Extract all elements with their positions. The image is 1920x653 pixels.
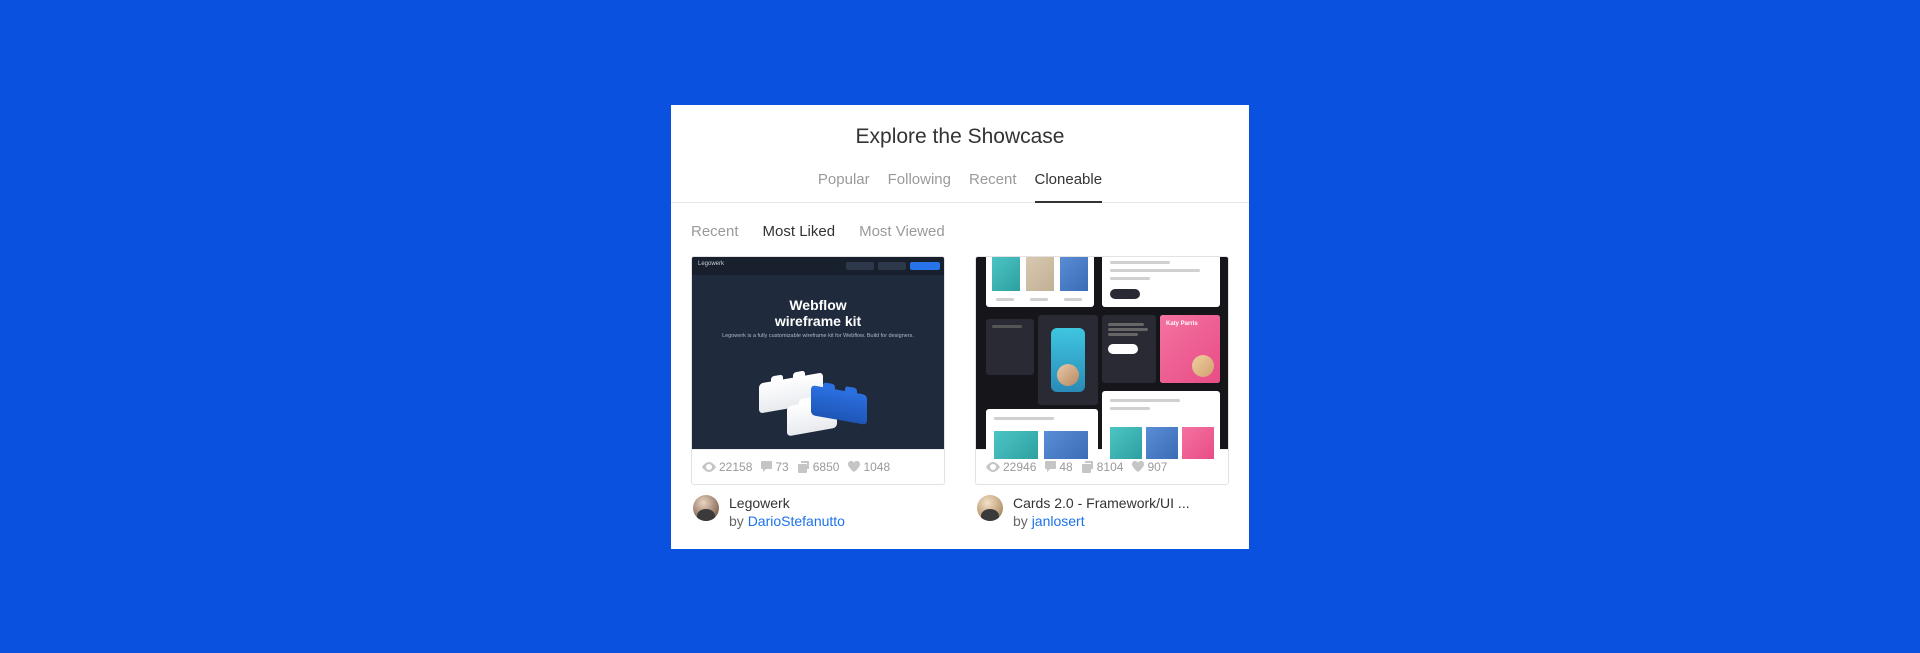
eye-icon bbox=[702, 462, 716, 472]
stat-comments: 73 bbox=[761, 460, 788, 474]
showcase-card: Legowerk Webflow wireframe kit Legowerk … bbox=[691, 256, 945, 529]
project-preview: Katy Parris bbox=[976, 257, 1228, 449]
avatar[interactable] bbox=[693, 495, 719, 521]
tab-popular[interactable]: Popular bbox=[818, 165, 870, 202]
card-meta: Cards 2.0 - Framework/UI ... by janloser… bbox=[975, 485, 1229, 529]
comment-icon bbox=[761, 461, 772, 472]
stat-comments: 48 bbox=[1045, 460, 1072, 474]
stat-clones: 6850 bbox=[798, 460, 840, 474]
subtab-most-viewed[interactable]: Most Viewed bbox=[859, 223, 945, 240]
by-label: by bbox=[1013, 513, 1032, 529]
subtab-recent[interactable]: Recent bbox=[691, 223, 739, 240]
card-meta: Legowerk by DarioStefanutto bbox=[691, 485, 945, 529]
stat-views: 22946 bbox=[986, 460, 1036, 474]
card-author[interactable]: janlosert bbox=[1032, 513, 1085, 529]
tab-recent[interactable]: Recent bbox=[969, 165, 1017, 202]
heart-icon bbox=[848, 461, 860, 472]
tab-cloneable[interactable]: Cloneable bbox=[1035, 165, 1103, 202]
clone-icon bbox=[1082, 461, 1094, 473]
stat-likes: 907 bbox=[1132, 460, 1167, 474]
secondary-tabs: Recent Most Liked Most Viewed bbox=[671, 203, 1249, 256]
card-stats: 22158 73 6850 1048 bbox=[692, 449, 944, 484]
stat-clones-value: 6850 bbox=[813, 460, 840, 474]
stat-views-value: 22158 bbox=[719, 460, 752, 474]
clone-icon bbox=[798, 461, 810, 473]
showcase-card: Katy Parris bbox=[975, 256, 1229, 529]
stat-clones: 8104 bbox=[1082, 460, 1124, 474]
by-label: by bbox=[729, 513, 748, 529]
preview-headline-1: Webflow bbox=[692, 297, 944, 313]
preview-headline-2: wireframe kit bbox=[692, 313, 944, 329]
card-title[interactable]: Legowerk bbox=[729, 495, 845, 511]
card-box[interactable]: Katy Parris bbox=[975, 256, 1229, 485]
showcase-panel: Explore the Showcase Popular Following R… bbox=[671, 105, 1249, 549]
tab-following[interactable]: Following bbox=[888, 165, 951, 202]
subtab-most-liked[interactable]: Most Liked bbox=[763, 223, 836, 240]
stat-comments-value: 73 bbox=[775, 460, 788, 474]
card-title[interactable]: Cards 2.0 - Framework/UI ... bbox=[1013, 495, 1190, 511]
card-author[interactable]: DarioStefanutto bbox=[748, 513, 845, 529]
stat-comments-value: 48 bbox=[1059, 460, 1072, 474]
stat-views: 22158 bbox=[702, 460, 752, 474]
panel-header: Explore the Showcase Popular Following R… bbox=[671, 105, 1249, 203]
card-box[interactable]: Legowerk Webflow wireframe kit Legowerk … bbox=[691, 256, 945, 485]
avatar[interactable] bbox=[977, 495, 1003, 521]
panel-title: Explore the Showcase bbox=[671, 125, 1249, 149]
stat-likes-value: 1048 bbox=[863, 460, 890, 474]
card-byline: by janlosert bbox=[1013, 513, 1190, 529]
preview-brand: Legowerk bbox=[698, 261, 724, 267]
primary-tabs: Popular Following Recent Cloneable bbox=[671, 165, 1249, 203]
card-grid: Legowerk Webflow wireframe kit Legowerk … bbox=[671, 256, 1249, 549]
project-preview: Legowerk Webflow wireframe kit Legowerk … bbox=[692, 257, 944, 449]
eye-icon bbox=[986, 462, 1000, 472]
stat-clones-value: 8104 bbox=[1097, 460, 1124, 474]
stat-likes-value: 907 bbox=[1147, 460, 1167, 474]
card-byline: by DarioStefanutto bbox=[729, 513, 845, 529]
comment-icon bbox=[1045, 461, 1056, 472]
preview-sub: Legowerk is a fully customizable wirefra… bbox=[692, 333, 944, 339]
stat-likes: 1048 bbox=[848, 460, 890, 474]
stat-views-value: 22946 bbox=[1003, 460, 1036, 474]
heart-icon bbox=[1132, 461, 1144, 472]
